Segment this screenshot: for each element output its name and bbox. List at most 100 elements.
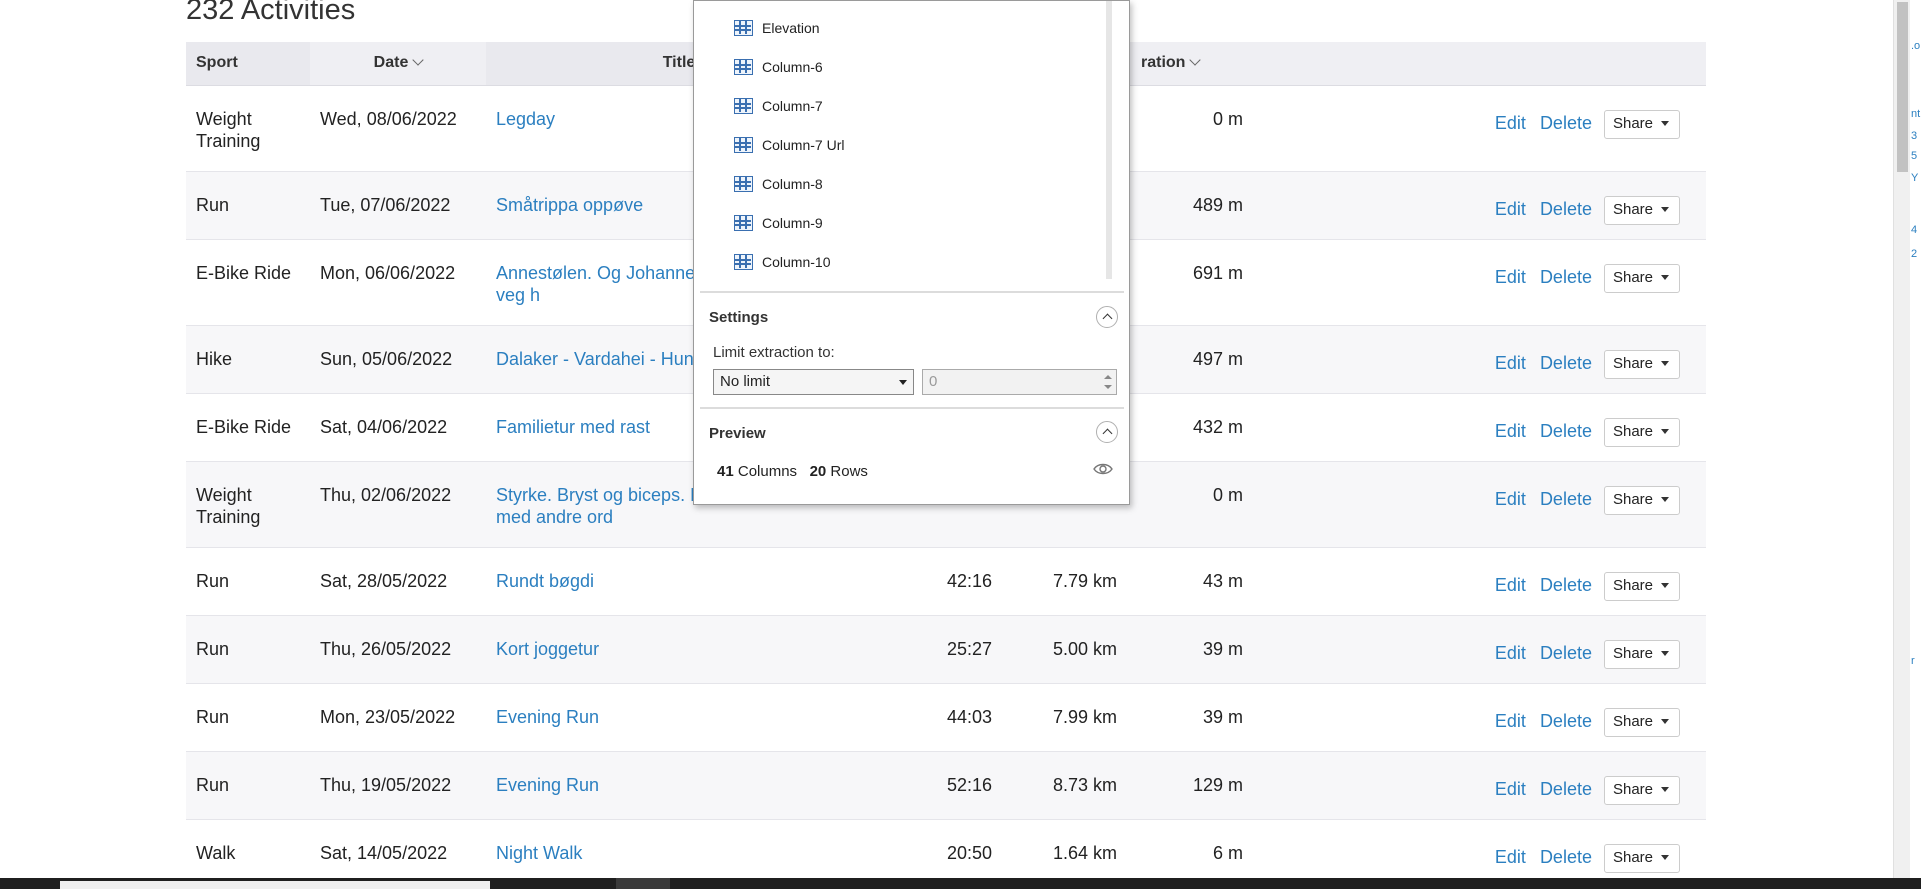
elevation-cell: 432 m	[1131, 393, 1257, 461]
right-edge-fragment: .o	[1911, 40, 1921, 52]
column-header-date[interactable]: Date	[310, 42, 486, 86]
title-cell: Evening Run	[486, 751, 886, 819]
sport-cell: Run	[186, 615, 310, 683]
right-edge-fragment: 5	[1911, 150, 1918, 162]
activity-title-link[interactable]: Rundt bøgdi	[496, 571, 594, 591]
delete-link[interactable]: Delete	[1540, 779, 1592, 799]
limit-select-value: No limit	[720, 373, 771, 390]
activity-title-link[interactable]: Kort joggetur	[496, 639, 599, 659]
activity-title-link[interactable]: Evening Run	[496, 707, 599, 727]
share-button[interactable]: Share	[1603, 639, 1680, 669]
elevation-cell-value: 129 m	[1192, 774, 1243, 795]
share-button[interactable]: Share	[1603, 417, 1680, 447]
column-list-item[interactable]: Column-8	[734, 173, 823, 195]
share-button[interactable]: Share	[1603, 775, 1680, 805]
column-list-item-label: Column-7 Url	[762, 137, 845, 153]
taskbar-item[interactable]	[616, 878, 670, 889]
settings-collapse-button[interactable]	[1096, 306, 1118, 328]
column-list-scrollbar[interactable]	[1106, 1, 1112, 279]
row-actions: Edit Delete Share	[1257, 683, 1706, 751]
delete-link[interactable]: Delete	[1540, 267, 1592, 287]
distance-cell: 7.99 km	[1006, 683, 1131, 751]
delete-link[interactable]: Delete	[1540, 353, 1592, 373]
edit-link[interactable]: Edit	[1495, 353, 1526, 373]
column-list-item[interactable]: Column-9	[734, 212, 823, 234]
taskbar	[0, 878, 1921, 889]
share-button[interactable]: Share	[1603, 843, 1680, 873]
sort-chevron-icon	[412, 54, 425, 66]
edit-link[interactable]: Edit	[1495, 199, 1526, 219]
column-list-item[interactable]: Column-7 Url	[734, 134, 844, 156]
column-list-item-label: Elevation	[762, 20, 820, 36]
delete-link[interactable]: Delete	[1540, 575, 1592, 595]
share-button[interactable]: Share	[1603, 263, 1680, 293]
column-list-item[interactable]: Elevation	[734, 17, 820, 39]
delete-link[interactable]: Delete	[1540, 199, 1592, 219]
delete-link[interactable]: Delete	[1540, 711, 1592, 731]
page-scrollbar[interactable]	[1893, 0, 1910, 878]
edit-link[interactable]: Edit	[1495, 847, 1526, 867]
column-header-label: Title	[662, 54, 696, 72]
column-list-item[interactable]: Column-6	[734, 56, 823, 78]
share-button[interactable]: Share	[1603, 195, 1680, 225]
column-list-item[interactable]: Column-7	[734, 95, 823, 117]
delete-link[interactable]: Delete	[1540, 643, 1592, 663]
row-actions: Edit Delete Share	[1257, 615, 1706, 683]
share-caret-icon	[1661, 207, 1669, 213]
spinner-up-icon[interactable]	[1104, 375, 1112, 379]
row-actions: Edit Delete Share	[1257, 171, 1706, 239]
activity-title-link[interactable]: Småtrippa oppøve	[496, 195, 643, 215]
edit-link[interactable]: Edit	[1495, 711, 1526, 731]
elevation-cell-value: 39 m	[1202, 706, 1243, 727]
time-cell-value: 20:50	[946, 842, 992, 863]
column-list-item[interactable]: Column-10	[734, 251, 830, 273]
share-button[interactable]: Share	[1603, 109, 1680, 139]
activity-title-link[interactable]: Night Walk	[496, 843, 582, 863]
date-cell: Sat, 28/05/2022	[310, 547, 486, 615]
activity-title-link[interactable]: Dalaker - Vardahei - Hun	[496, 349, 694, 369]
share-caret-icon	[1661, 855, 1669, 861]
delete-link[interactable]: Delete	[1540, 421, 1592, 441]
edit-link[interactable]: Edit	[1495, 267, 1526, 287]
delete-link[interactable]: Delete	[1540, 113, 1592, 133]
distance-cell: 5.00 km	[1006, 615, 1131, 683]
column-header-elevation[interactable]: ration	[1131, 42, 1257, 86]
share-button[interactable]: Share	[1603, 485, 1680, 515]
right-edge-fragment: 3	[1911, 130, 1918, 142]
date-cell: Tue, 07/06/2022	[310, 171, 486, 239]
column-header-sport[interactable]: Sport	[186, 42, 310, 86]
elevation-cell: 691 m	[1131, 239, 1257, 325]
delete-link[interactable]: Delete	[1540, 489, 1592, 509]
title-cell: Evening Run	[486, 683, 886, 751]
share-button[interactable]: Share	[1603, 707, 1680, 737]
sport-cell: Run	[186, 683, 310, 751]
right-edge-fragment: Y	[1911, 172, 1919, 184]
distance-cell-value: 8.73 km	[1052, 774, 1117, 795]
activity-title-link[interactable]: Legday	[496, 109, 555, 129]
eye-icon[interactable]	[1093, 462, 1113, 476]
edit-link[interactable]: Edit	[1495, 575, 1526, 595]
limit-select[interactable]: No limit	[713, 369, 914, 395]
edit-link[interactable]: Edit	[1495, 643, 1526, 663]
limit-number-input[interactable]: 0	[922, 369, 1117, 395]
edit-link[interactable]: Edit	[1495, 489, 1526, 509]
date-cell-value: Mon, 06/06/2022	[320, 262, 456, 283]
delete-link[interactable]: Delete	[1540, 847, 1592, 867]
share-caret-icon	[1661, 787, 1669, 793]
preview-collapse-button[interactable]	[1096, 421, 1118, 443]
edit-link[interactable]: Edit	[1495, 779, 1526, 799]
edit-link[interactable]: Edit	[1495, 113, 1526, 133]
edit-link[interactable]: Edit	[1495, 421, 1526, 441]
activity-title-link[interactable]: Familietur med rast	[496, 417, 650, 437]
column-list: Elevation Column-6 Column-7 Column-7 Url Col…	[694, 1, 1106, 281]
share-caret-icon	[1661, 497, 1669, 503]
share-button[interactable]: Share	[1603, 349, 1680, 379]
column-table-icon	[734, 215, 753, 231]
activity-title-link[interactable]: Evening Run	[496, 775, 599, 795]
share-caret-icon	[1661, 275, 1669, 281]
share-caret-icon	[1661, 121, 1669, 127]
spinner-down-icon[interactable]	[1104, 385, 1112, 389]
scrollbar-thumb[interactable]	[1897, 2, 1908, 172]
share-button[interactable]: Share	[1603, 571, 1680, 601]
taskbar-item[interactable]	[60, 881, 490, 889]
